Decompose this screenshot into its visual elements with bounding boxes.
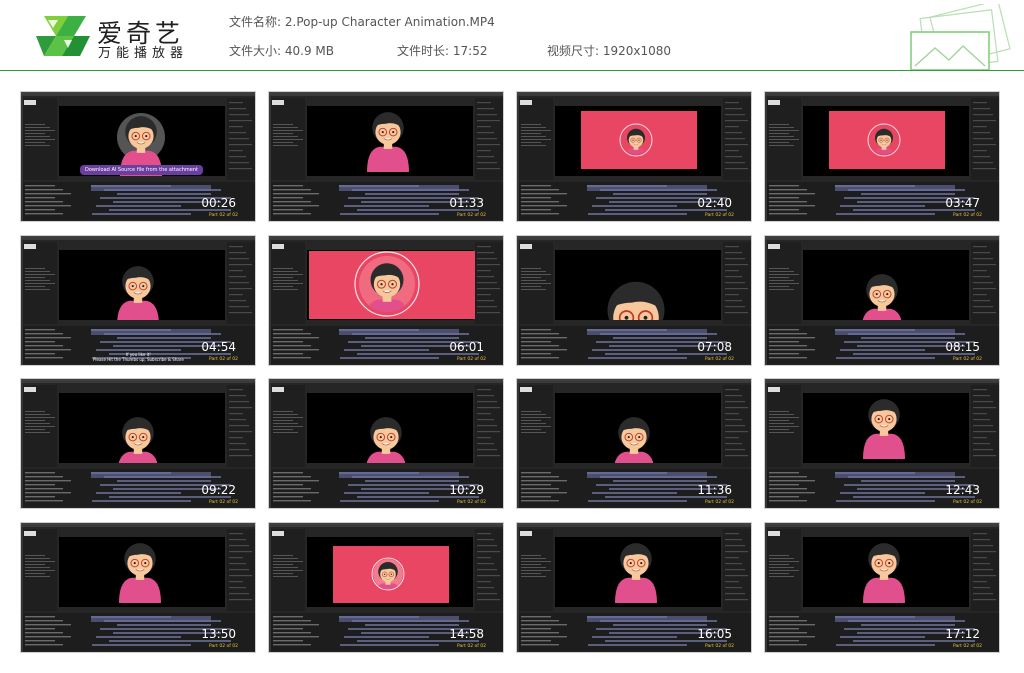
file-name-label: 文件名称: xyxy=(229,15,282,29)
part-label: Part 02 of 02 xyxy=(457,213,486,218)
part-label: Part 02 of 02 xyxy=(705,500,734,505)
photo-stack-decoration-icon xyxy=(910,4,1011,70)
video-thumbnail[interactable]: 12:43 Part 02 of 02 xyxy=(764,378,1000,509)
timestamp: 04:54 xyxy=(201,340,236,354)
duration-label: 文件时长: xyxy=(397,44,450,58)
part-label: Part 02 of 02 xyxy=(209,213,238,218)
file-size-value: 40.9 MB xyxy=(284,44,334,58)
timestamp: 02:40 xyxy=(697,196,732,210)
logo-subtitle: 万能播放器 xyxy=(98,46,189,61)
timestamp: 06:01 xyxy=(449,340,484,354)
video-thumbnail[interactable]: 07:08 Part 02 of 02 xyxy=(516,235,752,366)
video-thumbnail[interactable]: 17:12 Part 02 of 02 xyxy=(764,522,1000,653)
timestamp: 00:26 xyxy=(201,196,236,210)
part-label: Part 02 of 02 xyxy=(705,213,734,218)
file-size: 文件大小: 40.9 MB xyxy=(229,42,334,59)
video-thumbnail[interactable]: 09:22 Part 02 of 02 xyxy=(20,378,256,509)
video-thumbnail[interactable]: 16:05 Part 02 of 02 xyxy=(516,522,752,653)
subscribe-line-2: Please Hit the Thumbs up, Subscribe & Sh… xyxy=(93,357,184,362)
video-thumbnail[interactable]: 06:01 Part 02 of 02 xyxy=(268,235,504,366)
part-label: Part 02 of 02 xyxy=(457,357,486,362)
timestamp: 14:58 xyxy=(449,627,484,641)
timestamp: 12:43 xyxy=(945,483,980,497)
timestamp: 03:47 xyxy=(945,196,980,210)
video-thumbnail[interactable]: 08:15 Part 02 of 02 xyxy=(764,235,1000,366)
video-thumbnail[interactable]: 13:50 Part 02 of 02 xyxy=(20,522,256,653)
header-divider xyxy=(0,70,1024,71)
timestamp: 10:29 xyxy=(449,483,484,497)
timestamp: 17:12 xyxy=(945,627,980,641)
part-label: Part 02 of 02 xyxy=(209,357,238,362)
dimensions-label: 视频尺寸: xyxy=(547,44,600,58)
timestamp: 01:33 xyxy=(449,196,484,210)
video-thumbnail[interactable]: 01:33 Part 02 of 02 xyxy=(268,91,504,222)
part-label: Part 02 of 02 xyxy=(705,357,734,362)
dimensions: 视频尺寸: 1920x1080 xyxy=(547,42,671,59)
timestamp: 08:15 xyxy=(945,340,980,354)
part-label: Part 02 of 02 xyxy=(457,644,486,649)
timestamp: 09:22 xyxy=(201,483,236,497)
part-label: Part 02 of 02 xyxy=(953,357,982,362)
iqiyi-logo-icon xyxy=(36,16,90,56)
duration: 文件时长: 17:52 xyxy=(397,42,487,59)
part-label: Part 02 of 02 xyxy=(953,500,982,505)
part-label: Part 02 of 02 xyxy=(705,644,734,649)
video-thumbnail[interactable]: 03:47 Part 02 of 02 xyxy=(764,91,1000,222)
timestamp: 16:05 xyxy=(697,627,732,641)
file-name-value: 2.Pop-up Character Animation.MP4 xyxy=(284,15,495,29)
video-thumbnail[interactable]: 02:40 Part 02 of 02 xyxy=(516,91,752,222)
timestamp: 07:08 xyxy=(697,340,732,354)
part-label: Part 02 of 02 xyxy=(209,500,238,505)
video-thumbnail[interactable]: 11:36 Part 02 of 02 xyxy=(516,378,752,509)
dimensions-value: 1920x1080 xyxy=(602,44,672,58)
header: 爱奇艺 万能播放器 文件名称: 2.Pop-up Character Anima… xyxy=(0,0,1024,71)
file-size-label: 文件大小: xyxy=(229,44,282,58)
timestamp: 11:36 xyxy=(697,483,732,497)
part-label: Part 02 of 02 xyxy=(209,644,238,649)
timestamp: 13:50 xyxy=(201,627,236,641)
video-thumbnail[interactable]: 14:58 Part 02 of 02 xyxy=(268,522,504,653)
video-thumbnail[interactable]: Download AI Source file from the attachm… xyxy=(20,91,256,222)
duration-value: 17:52 xyxy=(452,44,488,58)
video-thumbnail[interactable]: If you like it! Please Hit the Thumbs up,… xyxy=(20,235,256,366)
part-label: Part 02 of 02 xyxy=(953,213,982,218)
file-name: 文件名称: 2.Pop-up Character Animation.MP4 xyxy=(229,13,495,30)
part-label: Part 02 of 02 xyxy=(457,500,486,505)
annotation-banner: Download AI Source file from the attachm… xyxy=(80,165,203,175)
part-label: Part 02 of 02 xyxy=(953,644,982,649)
video-thumbnail[interactable]: 10:29 Part 02 of 02 xyxy=(268,378,504,509)
subscribe-caption: If you like it! Please Hit the Thumbs up,… xyxy=(93,352,184,362)
